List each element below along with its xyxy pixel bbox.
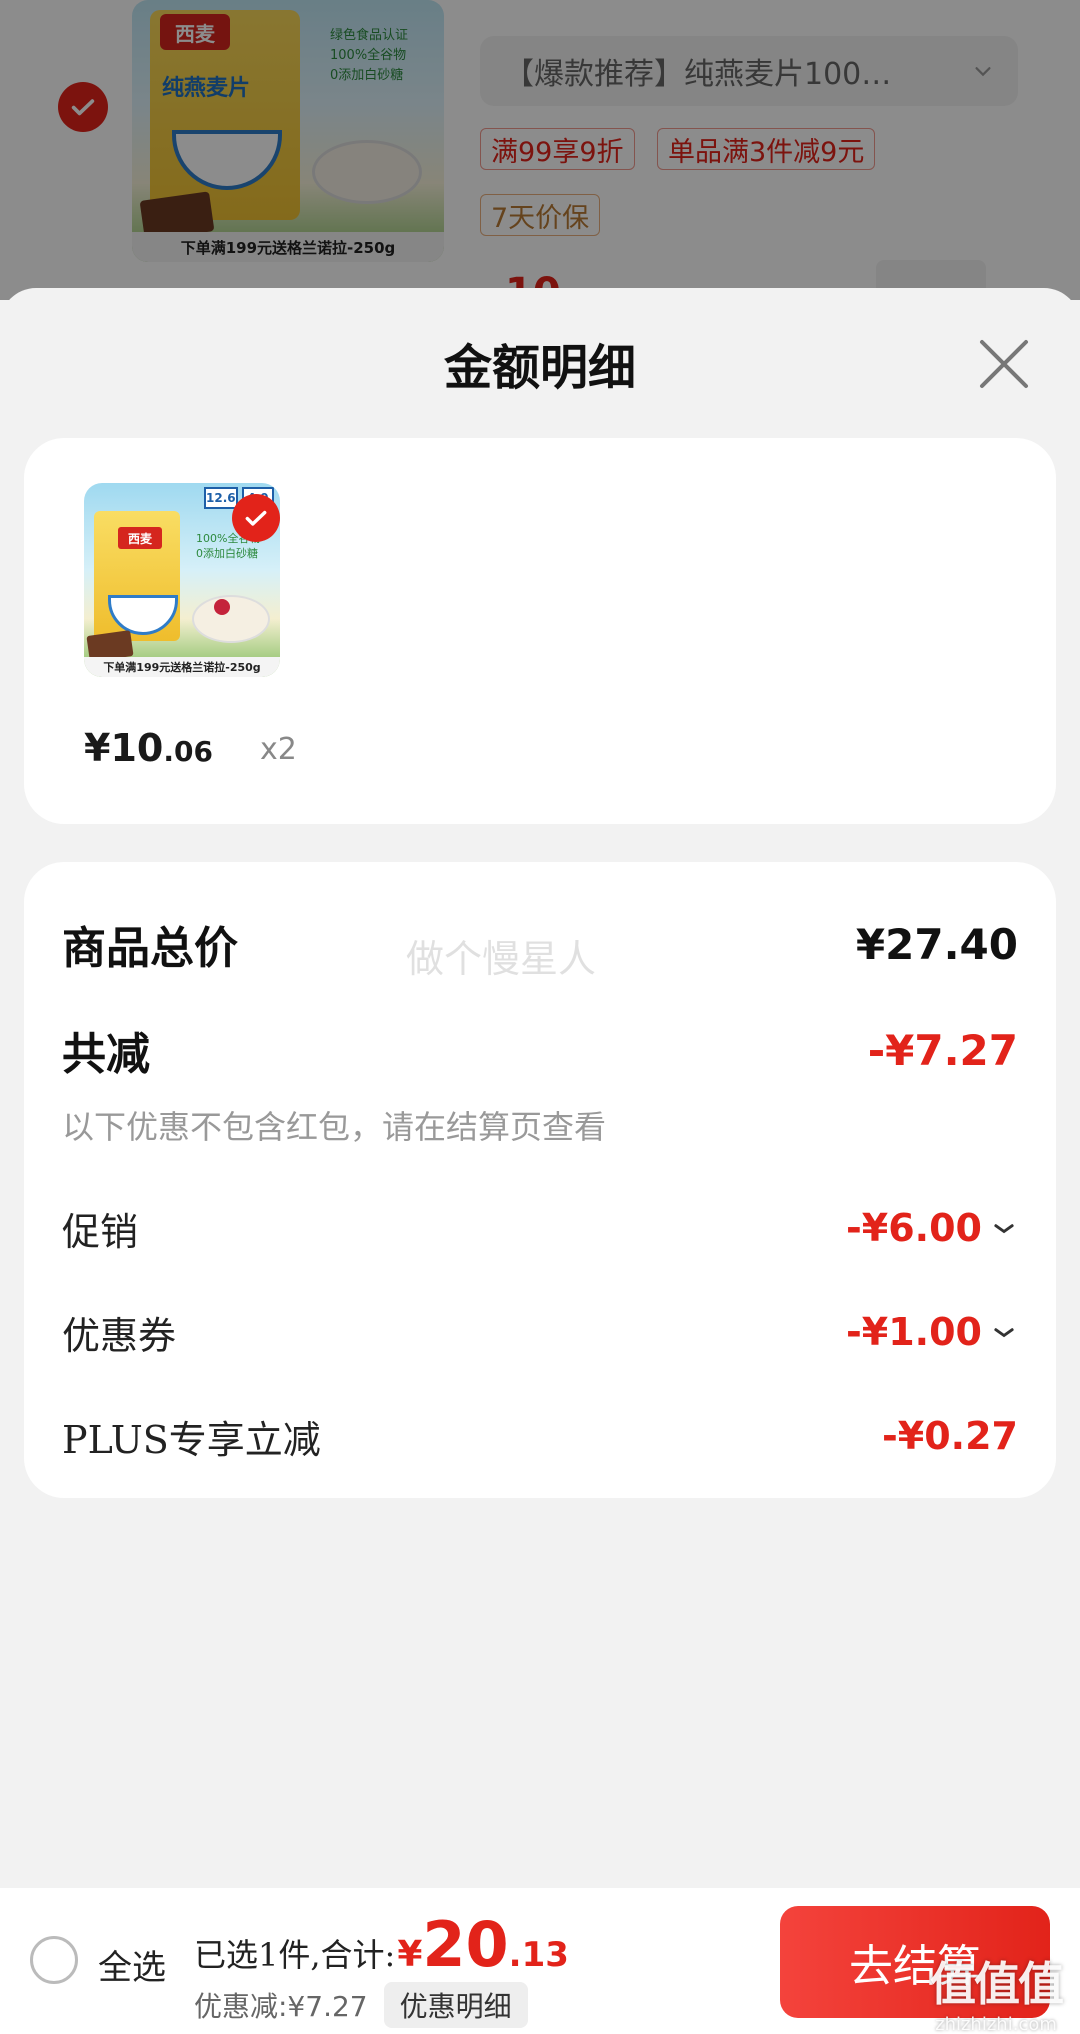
total-price-value: ¥27.40 (855, 919, 1018, 969)
promotion-row[interactable]: 促销 -¥6.00 (62, 1198, 1018, 1258)
promotion-value: -¥6.00 (846, 1206, 982, 1250)
checkout-bar: 全选 已选1件,合计: ¥ 20 .13 优惠减:¥7.27 优惠明细 去结算 (0, 1888, 1080, 2034)
total-discount-label: 共减 (62, 1029, 150, 1080)
chevron-down-icon (994, 1224, 1014, 1234)
package-label: 0添加白砂糖 (196, 547, 258, 560)
product-price-dec: .06 (163, 735, 213, 768)
plus-discount-label: PLUS专享立减 (62, 1417, 321, 1462)
summary-card: 做个慢星人 商品总价 ¥27.40 共减 -¥7.27 以下优惠不包含红包，请在… (24, 862, 1056, 1498)
select-all-radio[interactable] (30, 1936, 78, 1984)
site-watermark: 值值值 zhizhizhi.com (930, 1948, 1064, 2034)
coupon-label: 优惠券 (62, 1313, 177, 1358)
site-watermark-logo: 值值值 (930, 1957, 1064, 2011)
nutrition-value: 12.6 (204, 487, 238, 509)
total-discount-value: -¥7.27 (867, 1025, 1018, 1075)
package-brand: 西麦 (118, 527, 162, 549)
total-amount-dec: .13 (508, 1935, 569, 1975)
selected-total: 已选1件,合计: ¥ 20 .13 (194, 1914, 569, 1976)
saved-line: 优惠减:¥7.27 优惠明细 (194, 1982, 528, 2028)
coupon-row[interactable]: 优惠券 -¥1.00 (62, 1302, 1018, 1362)
total-price-label: 商品总价 (62, 923, 238, 974)
product-price-int: ¥10 (84, 726, 164, 770)
sheet-title: 金额明细 (443, 340, 636, 396)
selected-count-text: 已选1件,合计: (194, 1936, 396, 1974)
product-card: 西麦 12.6 4.0 100%全谷物 0添加白砂糖 下单满199元送格兰诺拉-… (24, 438, 1056, 824)
site-watermark-url: zhizhizhi.com (935, 2014, 1057, 2034)
amount-detail-sheet: 金额明细 西麦 12.6 4.0 100%全谷物 0添加白砂糖 下单满199元送… (0, 288, 1080, 2034)
product-price: ¥10.06 (84, 726, 213, 770)
promotion-label: 促销 (62, 1209, 139, 1254)
chevron-down-icon (994, 1328, 1014, 1338)
plus-discount-row: PLUS专享立减 -¥0.27 (62, 1406, 1018, 1466)
total-discount-row: 共减 -¥7.27 (62, 1018, 1018, 1082)
saved-amount: 优惠减:¥7.27 (194, 1990, 368, 2023)
promotion-value-wrap: -¥6.00 (846, 1206, 1018, 1250)
oats-bowl-graphic (192, 595, 270, 643)
total-amount-int: 20 (422, 1908, 509, 1981)
product-quantity: x2 (260, 732, 297, 767)
close-icon (980, 340, 1028, 388)
coupon-value: -¥1.00 (846, 1310, 982, 1354)
modal-backdrop[interactable] (0, 0, 1080, 300)
discount-detail-button[interactable]: 优惠明细 (383, 1982, 528, 2028)
thumbnail-banner: 下单满199元送格兰诺拉-250g (84, 657, 280, 677)
berry-graphic (214, 599, 230, 615)
currency-symbol: ¥ (397, 1934, 423, 1975)
coupon-value-wrap: -¥1.00 (846, 1310, 1018, 1354)
product-checked-icon (232, 494, 280, 542)
plus-discount-value: -¥0.27 (882, 1414, 1018, 1458)
select-all-label[interactable]: 全选 (98, 1940, 166, 1989)
close-button[interactable] (976, 336, 1032, 392)
total-price-row: 商品总价 ¥27.40 (62, 912, 1018, 976)
discount-note: 以下优惠不包含红包，请在结算页查看 (62, 1108, 607, 1146)
checkmark-icon (245, 510, 267, 526)
